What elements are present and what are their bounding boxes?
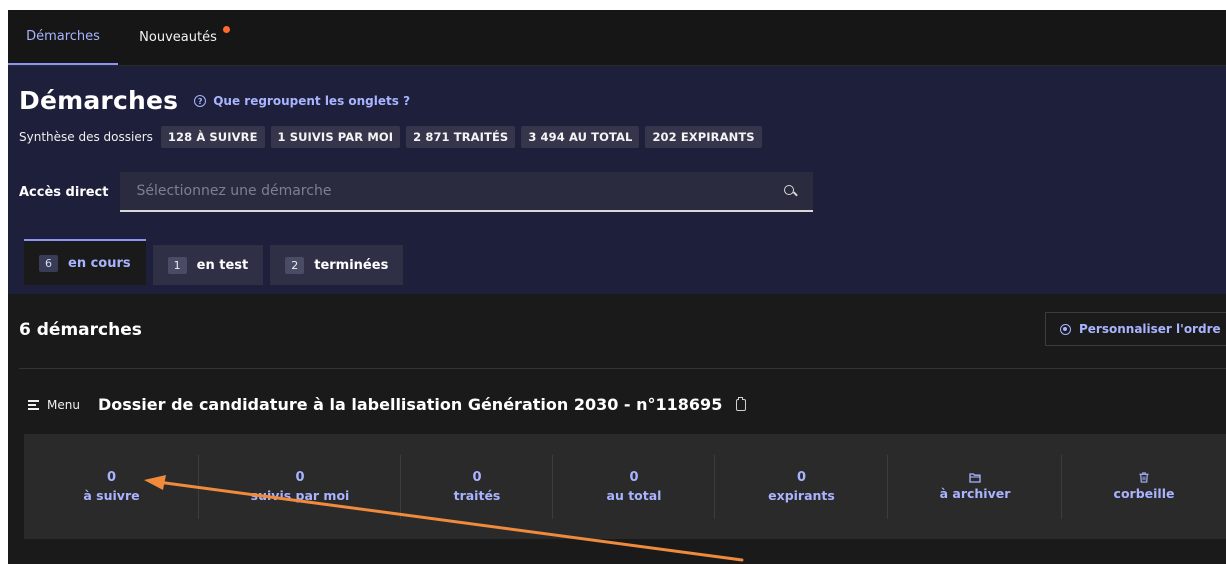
stat-label: corbeille (1113, 486, 1175, 501)
stat-label: à archiver (939, 486, 1011, 501)
header-band: Démarches ? Que regroupent les onglets ?… (8, 66, 1226, 294)
synthesis-badge-a-suivre: 128 À SUIVRE (160, 126, 265, 148)
direct-access-row: Accès direct Sélectionnez une démarche (19, 172, 814, 212)
notification-dot-icon (223, 26, 230, 33)
stat-label: traités (453, 488, 501, 503)
title-row: Démarches ? Que regroupent les onglets ? (19, 86, 410, 115)
stat-value: 0 (796, 470, 807, 485)
customize-order-label: Personnaliser l'ordre (1079, 322, 1221, 336)
tab-count: 2 (285, 256, 305, 274)
tab-count: 6 (39, 254, 58, 272)
stat-a-archiver[interactable]: à archiver (888, 454, 1062, 519)
stat-corbeille[interactable]: corbeille (1062, 455, 1226, 519)
stat-label: au total (606, 488, 662, 503)
procedure-tabs: 6 en cours 1 en test 2 terminées (24, 239, 404, 285)
folder-icon (969, 473, 981, 483)
tab-terminees[interactable]: 2 terminées (270, 245, 404, 285)
clipboard-copy-icon[interactable] (736, 396, 747, 411)
synthesis-row: Synthèse des dossiers 128 À SUIVRE 1 SUI… (19, 126, 762, 148)
synthesis-badge-total: 3 494 AU TOTAL (521, 126, 640, 148)
tab-label: terminées (314, 257, 389, 273)
tab-en-test[interactable]: 1 en test (152, 245, 264, 285)
procedure-stats: 0 à suivre 0 suivis par moi 0 traités 0 … (24, 434, 1226, 539)
top-navigation: Démarches Nouveautés (8, 10, 1226, 66)
hamburger-icon (28, 400, 39, 410)
nav-tab-label: Nouveautés (139, 30, 217, 45)
stat-value: 0 (472, 470, 482, 485)
search-icon[interactable] (783, 184, 797, 198)
divider (19, 368, 1226, 369)
customize-order-button[interactable]: Personnaliser l'ordre (1045, 312, 1226, 346)
nav-tab-nouveautes[interactable]: Nouveautés (118, 10, 238, 65)
stat-value: 0 (629, 470, 639, 485)
stat-au-total[interactable]: 0 au total (553, 454, 715, 519)
stat-traites[interactable]: 0 traités (401, 454, 553, 519)
stat-expirants[interactable]: 0 expirants (715, 454, 888, 519)
nav-tab-demarches[interactable]: Démarches (8, 10, 118, 65)
gear-icon (1060, 323, 1071, 335)
stat-label: suivis par moi (250, 488, 350, 503)
stat-a-suivre[interactable]: 0 à suivre (24, 454, 199, 519)
help-link[interactable]: ? Que regroupent les onglets ? (194, 94, 410, 108)
trash-icon (1139, 472, 1149, 483)
direct-access-label: Accès direct (19, 184, 109, 200)
stat-label: expirants (768, 488, 835, 503)
synthesis-badge-traites: 2 871 TRAITÉS (406, 126, 516, 148)
page-title: Démarches (19, 86, 179, 115)
stat-suivis-par-moi[interactable]: 0 suivis par moi (199, 454, 401, 519)
menu-button[interactable]: Menu (28, 398, 80, 412)
help-link-label: Que regroupent les onglets ? (213, 93, 411, 108)
question-circle-icon: ? (194, 94, 207, 107)
tab-en-cours[interactable]: 6 en cours (24, 239, 146, 285)
synthesis-badge-expirants: 202 EXPIRANTS (645, 126, 762, 148)
procedures-count-title: 6 démarches (19, 320, 142, 340)
procedure-header: Menu Dossier de candidature à la labelli… (28, 395, 747, 414)
tab-count: 1 (167, 256, 187, 274)
tab-label: en test (196, 257, 249, 273)
menu-label: Menu (47, 397, 80, 412)
synthesis-label: Synthèse des dossiers (19, 130, 153, 144)
procedure-title: Dossier de candidature à la labellisatio… (97, 395, 723, 414)
nav-tab-label: Démarches (26, 29, 100, 44)
tab-label: en cours (68, 255, 131, 271)
stat-value: 0 (295, 470, 305, 485)
stat-label: à suivre (83, 488, 140, 503)
stat-value: 0 (106, 470, 117, 485)
search-placeholder: Sélectionnez une démarche (136, 183, 332, 199)
procedure-search-input[interactable]: Sélectionnez une démarche (120, 172, 814, 212)
synthesis-badge-suivis: 1 SUIVIS PAR MOI (270, 126, 401, 148)
app-frame: Démarches Nouveautés Démarches ? Que reg… (8, 10, 1226, 564)
